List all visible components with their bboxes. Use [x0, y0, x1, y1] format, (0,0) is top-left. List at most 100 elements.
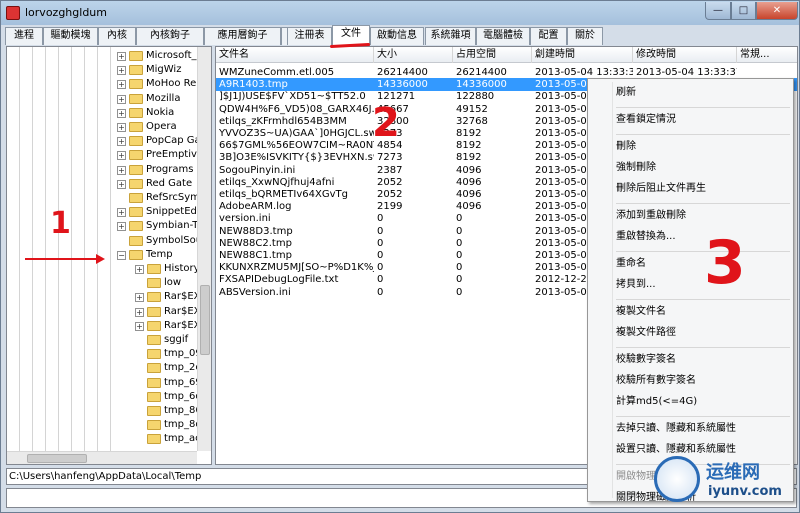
- tree-expander-icon[interactable]: +: [117, 94, 126, 104]
- tree-item-label: Opera: [146, 121, 177, 132]
- tab-2[interactable]: 內核: [98, 27, 136, 45]
- table-cell: 0: [377, 262, 384, 274]
- maximize-button[interactable]: □: [731, 2, 756, 20]
- minimize-button[interactable]: —: [705, 2, 731, 20]
- folder-icon: [129, 122, 143, 132]
- column-header-2[interactable]: 占用空間: [453, 47, 532, 63]
- menu-icon-gutter: [612, 82, 613, 498]
- table-cell: version.ini: [219, 213, 271, 225]
- column-header-5[interactable]: 常規...: [737, 47, 797, 63]
- tree-item-label: MigWiz: [146, 64, 182, 76]
- tab-6[interactable]: 注冊表: [287, 27, 332, 45]
- tree-expander-icon[interactable]: +: [135, 293, 144, 303]
- tree-expander-icon[interactable]: +: [117, 80, 126, 90]
- table-cell: NEW88C2.tmp: [219, 237, 292, 249]
- table-cell: 4096: [456, 176, 482, 188]
- tab-3[interactable]: 內核鉤子: [136, 27, 204, 45]
- tree-expander-icon[interactable]: −: [117, 250, 126, 260]
- tree-item-label: sggif: [164, 334, 189, 345]
- table-cell: QDW4H%F6_VD5)08_GARX46J...: [219, 103, 374, 115]
- tab-8[interactable]: 啟動信息: [370, 27, 424, 45]
- menu-item[interactable]: 刷新: [616, 84, 636, 102]
- tree-expander-icon[interactable]: +: [117, 52, 126, 61]
- tree-expander-icon[interactable]: +: [117, 165, 126, 175]
- table-cell: 8192: [456, 140, 482, 152]
- tree-expander-icon[interactable]: +: [117, 66, 126, 76]
- tree-expander-icon[interactable]: +: [135, 321, 144, 331]
- column-header-0[interactable]: 文件名: [216, 47, 374, 63]
- table-cell: 2052: [377, 176, 403, 188]
- table-cell: YVVOZ3S~UA)GAA`]0HGJCL.swf: [219, 128, 374, 139]
- tab-12[interactable]: 關於: [567, 27, 603, 45]
- tree-expander-icon[interactable]: +: [135, 265, 144, 274]
- menu-item[interactable]: 強制刪除: [616, 159, 656, 177]
- folder-tree: + Microsoft_C + MigWiz + MoHoo Read + Mozilla + N…: [6, 46, 212, 465]
- tree-item-label: PopCap Gar: [146, 135, 205, 147]
- folder-icon: [129, 79, 143, 90]
- menu-item[interactable]: 校驗數字簽名: [616, 351, 676, 369]
- tree-vscroll-thumb[interactable]: [200, 285, 210, 355]
- tree-expander-icon[interactable]: +: [117, 208, 126, 218]
- tab-11[interactable]: 配置: [530, 27, 567, 45]
- tree-expander-icon[interactable]: +: [117, 108, 126, 118]
- watermark-cn: 运维网: [706, 462, 760, 483]
- table-cell: 14336000: [456, 79, 507, 91]
- close-button[interactable]: ✕: [756, 2, 798, 20]
- tab-1[interactable]: 驅動模塊: [43, 27, 98, 45]
- tree-vertical-scrollbar[interactable]: [197, 47, 211, 451]
- column-header-1[interactable]: 大小: [374, 47, 453, 63]
- tree-expander-icon[interactable]: +: [117, 151, 126, 161]
- table-cell: 7273: [377, 152, 403, 164]
- tree-expander-icon[interactable]: +: [117, 222, 126, 232]
- tree-expander-icon[interactable]: +: [117, 123, 126, 132]
- menu-item[interactable]: 拷貝到...: [616, 276, 656, 294]
- folder-icon: [147, 278, 161, 289]
- watermark-logo: [654, 456, 700, 502]
- table-cell: 0: [456, 262, 463, 274]
- tab-9[interactable]: 系統雜項: [425, 27, 476, 45]
- tab-4[interactable]: 應用層鉤子: [204, 27, 281, 45]
- menu-item[interactable]: 校驗所有數字簽名: [616, 372, 696, 390]
- tree-horizontal-scrollbar[interactable]: [7, 451, 197, 464]
- tree-hscroll-thumb[interactable]: [27, 454, 87, 463]
- table-cell: 8192: [456, 128, 482, 139]
- title-bar[interactable]: lorvozghgldum — □ ✕: [1, 1, 799, 25]
- menu-item[interactable]: 重啟替換為...: [616, 228, 676, 246]
- table-cell: etilqs_bQRMETIv64XGvTg: [219, 189, 348, 200]
- menu-item[interactable]: 去掉只讀、隱藏和系統屬性: [616, 420, 736, 438]
- menu-item[interactable]: 複製文件路徑: [616, 324, 676, 342]
- menu-item[interactable]: 添加到重啟刪除: [616, 207, 686, 225]
- tree-item-label: Programs: [146, 163, 194, 175]
- folder-icon: [147, 363, 161, 374]
- tree-expander-icon[interactable]: +: [117, 137, 126, 147]
- menu-item[interactable]: 複製文件名: [616, 303, 666, 321]
- table-cell: FXSAPIDebugLogFile.txt: [219, 274, 339, 286]
- folder-icon: [147, 349, 161, 360]
- tree-item-label: Temp: [146, 248, 173, 260]
- table-cell: 0: [456, 250, 463, 261]
- tree-item-label: tmp_2c: [164, 362, 201, 374]
- table-cell: 0: [377, 286, 384, 298]
- main-tabs: 進程驅動模塊內核內核鉤子應用層鉤子網絡注冊表文件啟動信息系統雜項電腦體檢配置關於: [5, 25, 797, 46]
- tree-expander-icon[interactable]: +: [117, 179, 126, 189]
- folder-icon: [147, 292, 161, 303]
- tree-expander-icon[interactable]: +: [135, 307, 144, 317]
- menu-item[interactable]: 刪除: [616, 138, 636, 156]
- menu-item[interactable]: 重命名: [616, 255, 646, 273]
- tree-item-label: Mozilla: [146, 92, 181, 104]
- tab-0[interactable]: 進程: [5, 27, 43, 45]
- table-cell: etilqs_zKFrmhdl654B3MM: [219, 115, 347, 127]
- table-cell: ]$J1J)USE$FV`XD51~$TT52.0: [219, 91, 366, 103]
- table-cell: 0: [456, 286, 463, 298]
- column-header-4[interactable]: 修改時間: [633, 47, 737, 63]
- menu-item[interactable]: 刪除后阻止文件再生: [616, 180, 706, 198]
- menu-item[interactable]: 查看鎖定情況: [616, 111, 676, 129]
- folder-icon: [129, 93, 143, 104]
- folder-icon: [129, 178, 143, 189]
- file-list-header: 文件名 大小 占用空間 創建時間 修改時間 常規...: [216, 47, 797, 63]
- tab-10[interactable]: 電腦體檢: [476, 27, 530, 45]
- column-header-3[interactable]: 創建時間: [532, 47, 633, 63]
- folder-icon: [147, 420, 161, 431]
- table-cell: ABSVersion.ini: [219, 286, 291, 298]
- menu-item[interactable]: 計算md5(<=4G): [616, 393, 697, 411]
